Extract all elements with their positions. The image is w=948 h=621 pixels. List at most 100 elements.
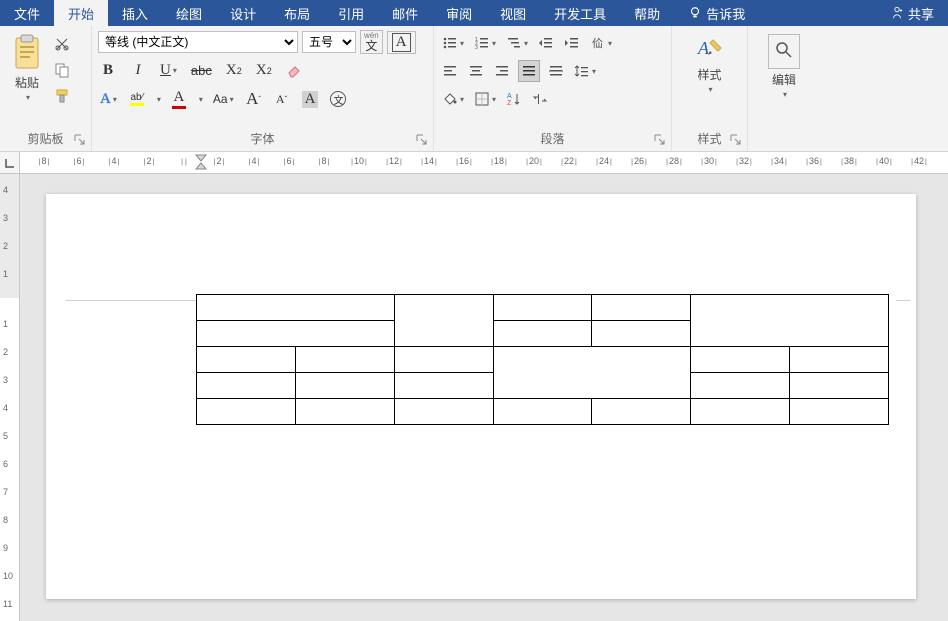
tab-devtools[interactable]: 开发工具 (540, 0, 620, 26)
indent-decrease-button[interactable] (536, 33, 556, 53)
table-cell[interactable] (197, 347, 296, 373)
paragraph-launcher[interactable] (653, 133, 667, 147)
font-family-select[interactable]: 等线 (中文正文) (98, 31, 298, 53)
multilevel-button[interactable]: ▾ (504, 33, 530, 53)
styles-launcher[interactable] (729, 133, 743, 147)
subscript-button[interactable]: X2 (224, 60, 244, 81)
table-cell[interactable] (197, 373, 296, 399)
styles-button[interactable]: A 样式 ▾ (689, 30, 731, 127)
tab-view[interactable]: 视图 (486, 0, 540, 26)
align-center-icon (468, 63, 484, 79)
bold-button[interactable]: B (98, 60, 118, 81)
enclose-char-button[interactable]: 文 (328, 89, 348, 109)
format-painter-button[interactable] (52, 86, 72, 106)
table-cell[interactable] (493, 399, 592, 425)
editing-button[interactable]: 编辑 ▾ (762, 30, 806, 130)
table-cell[interactable] (394, 373, 493, 399)
shrink-font-button[interactable]: Aˇ (272, 89, 292, 109)
table-row[interactable] (197, 399, 889, 425)
ruler-tick: 32 (736, 156, 752, 166)
table-cell[interactable] (691, 399, 790, 425)
tab-file[interactable]: 文件 (0, 0, 54, 26)
table-cell[interactable] (493, 347, 691, 399)
group-label-editing (754, 130, 814, 151)
line-spacing-button[interactable]: ▾ (572, 61, 598, 81)
bullets-button[interactable]: ▾ (440, 33, 466, 53)
table-cell[interactable] (691, 295, 889, 347)
distributed-button[interactable] (546, 61, 566, 81)
tab-draw[interactable]: 绘图 (162, 0, 216, 26)
numbering-button[interactable]: 123▾ (472, 33, 498, 53)
font-size-select[interactable]: 五号 (302, 31, 356, 53)
align-justify-button[interactable] (518, 60, 540, 82)
font-launcher[interactable] (415, 133, 429, 147)
tab-home[interactable]: 开始 (54, 0, 108, 26)
table-cell[interactable] (394, 347, 493, 373)
ruler-horizontal[interactable]: 8642246810121416182022242628303234363840… (0, 152, 948, 174)
align-left-button[interactable] (440, 61, 460, 81)
table-cell[interactable] (592, 295, 691, 321)
tab-layout[interactable]: 布局 (270, 0, 324, 26)
color-a: A (173, 89, 184, 106)
share-button[interactable]: 共享 (876, 0, 948, 26)
tab-help[interactable]: 帮助 (620, 0, 674, 26)
align-center-button[interactable] (466, 61, 486, 81)
paste-button[interactable]: 粘贴 ▾ (6, 30, 48, 127)
tab-design[interactable]: 设计 (216, 0, 270, 26)
table-cell[interactable] (295, 347, 394, 373)
indent-marker[interactable] (195, 154, 207, 172)
sort-button[interactable]: AZ (504, 89, 524, 109)
table-cell[interactable] (691, 347, 790, 373)
table-cell[interactable] (592, 399, 691, 425)
tab-tellme[interactable]: 告诉我 (674, 0, 759, 26)
indent-increase-button[interactable] (562, 33, 582, 53)
text-effects-button[interactable]: A▾ (98, 89, 119, 110)
align-right-button[interactable] (492, 61, 512, 81)
ruler-tick (181, 156, 187, 166)
shading-button[interactable]: ▾ (440, 89, 466, 109)
table-row[interactable] (197, 347, 889, 373)
table-cell[interactable] (790, 347, 889, 373)
tab-review[interactable]: 审阅 (432, 0, 486, 26)
ruler-vertical[interactable]: 43211234567891011 (0, 174, 20, 621)
clear-format-button[interactable] (284, 61, 304, 81)
ruler-tick: 1 (3, 319, 8, 329)
table-cell[interactable] (790, 399, 889, 425)
underline-button[interactable]: U▾ (158, 60, 179, 81)
italic-button[interactable]: I (128, 60, 148, 81)
table-cell[interactable] (295, 373, 394, 399)
char-shading-button[interactable]: A (300, 89, 321, 110)
copy-button[interactable] (52, 60, 72, 80)
ruler-corner[interactable] (0, 152, 20, 173)
table-cell[interactable] (394, 295, 493, 347)
grow-font-button[interactable]: Aˆ (244, 87, 264, 111)
table-cell[interactable] (493, 321, 592, 347)
highlight-button[interactable]: ab⁄ (127, 89, 147, 109)
char-border-button[interactable]: A (387, 31, 416, 54)
table-cell[interactable] (394, 399, 493, 425)
table-cell[interactable] (691, 373, 790, 399)
document-table[interactable] (196, 294, 889, 425)
font-color-button[interactable]: A (169, 87, 189, 111)
superscript-button[interactable]: X2 (254, 60, 274, 81)
table-cell[interactable] (790, 373, 889, 399)
clipboard-launcher[interactable] (73, 133, 87, 147)
table-cell[interactable] (592, 321, 691, 347)
change-case-button[interactable]: Aa▾ (211, 89, 236, 109)
table-cell[interactable] (197, 321, 395, 347)
cut-button[interactable] (52, 34, 72, 54)
table-row[interactable] (197, 295, 889, 321)
phonetic-guide-button[interactable]: wén 文 (360, 30, 383, 54)
strike-button[interactable]: abc (189, 61, 214, 81)
tab-insert[interactable]: 插入 (108, 0, 162, 26)
tab-mail[interactable]: 邮件 (378, 0, 432, 26)
table-cell[interactable] (197, 295, 395, 321)
table-cell[interactable] (493, 295, 592, 321)
asian-layout-button[interactable]: 佡▾ (588, 33, 614, 53)
show-marks-button[interactable] (530, 89, 550, 109)
table-cell[interactable] (295, 399, 394, 425)
document-scroll[interactable] (20, 174, 948, 621)
borders-button[interactable]: ▾ (472, 89, 498, 109)
table-cell[interactable] (197, 399, 296, 425)
tab-references[interactable]: 引用 (324, 0, 378, 26)
